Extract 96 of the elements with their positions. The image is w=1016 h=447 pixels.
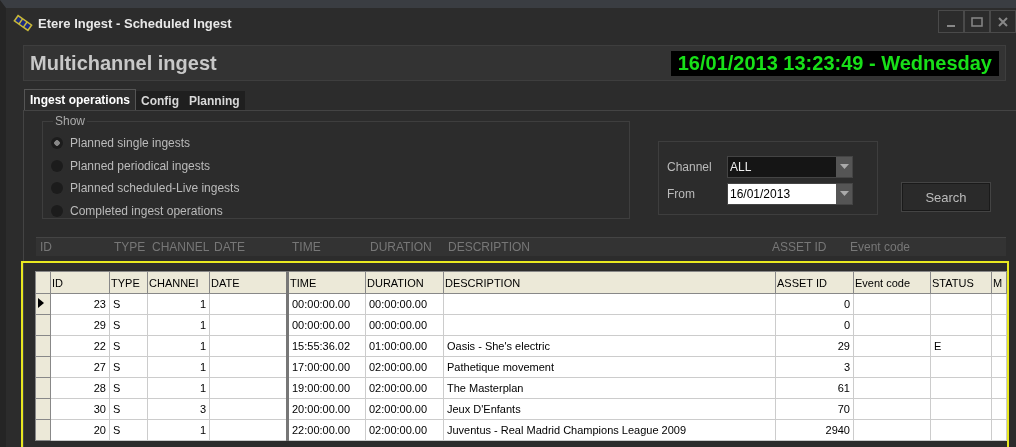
table-cell: 2940 (825, 424, 850, 436)
radio-button[interactable] (51, 204, 63, 217)
column-header[interactable]: Event code (853, 271, 931, 294)
table-cell: 1 (199, 298, 206, 310)
table-cell: Pathetique movement (447, 361, 554, 373)
table-cell: 61 (837, 382, 850, 394)
table-cell: S (113, 403, 121, 415)
table-cell: Juventus - Real Madrid Champions League 2009 (447, 424, 687, 436)
radio-label: Planned periodical ingests (70, 158, 211, 173)
table-cell: Oasis - She's electric (447, 340, 550, 352)
radio-label: Completed ingest operations (70, 203, 223, 218)
column-header[interactable]: DATE (209, 271, 288, 294)
minimize-icon (947, 24, 955, 27)
table-cell: Jeux D'Enfants (447, 403, 521, 415)
table-cell: 00:00:00.00 (369, 298, 428, 310)
table-cell: S (113, 361, 121, 373)
tab[interactable]: Ingest operations (24, 89, 136, 110)
table-cell: 1 (199, 340, 206, 352)
table-cell: 01:00:00.00 (369, 340, 428, 352)
table-cell: S (113, 319, 121, 331)
from-label: From (667, 186, 696, 201)
channel-label: Channel (667, 159, 713, 174)
table-cell: 02:00:00.00 (369, 403, 428, 415)
table-cell: The Masterplan (447, 382, 524, 394)
date-picker[interactable]: 16/01/2013 (727, 182, 853, 205)
table-cell: 27 (93, 361, 106, 373)
table-cell: 17:00:00.00 (292, 361, 351, 373)
table-cell: 02:00:00.00 (369, 361, 428, 373)
column-header[interactable]: DURATION (365, 271, 444, 294)
table-cell: 02:00:00.00 (369, 382, 428, 394)
table-cell: S (113, 340, 121, 352)
window-title: Etere Ingest - Scheduled Ingest (38, 15, 232, 31)
table-cell: 70 (837, 403, 850, 415)
table-cell: 00:00:00.00 (292, 298, 351, 310)
clock-display: 16/01/2013 13:23:49 - Wednesday (670, 50, 999, 76)
table-cell: 00:00:00.00 (369, 319, 428, 331)
dropdown-arrow-icon (839, 191, 849, 196)
table-cell: 28 (93, 382, 106, 394)
current-row-icon (38, 298, 44, 308)
table-cell: 30 (93, 403, 106, 415)
page-title: Multichannel ingest (30, 51, 217, 75)
radio-label: Planned single ingests (70, 136, 191, 151)
close-button[interactable] (990, 10, 1016, 33)
dropdown-arrow-icon (839, 164, 849, 169)
column-header[interactable]: TYPE (109, 271, 148, 294)
column-header: Event code (849, 239, 912, 256)
table-cell: E (934, 340, 942, 352)
table-cell: 29 (837, 340, 850, 352)
column-header[interactable]: TIME (287, 271, 366, 294)
column-header[interactable]: ID (50, 271, 110, 294)
column-header: TYPE (113, 239, 147, 256)
radio-label: Planned scheduled-Live ingests (70, 181, 240, 196)
table-cell: 22:00:00.00 (292, 424, 351, 436)
search-button[interactable]: Search (902, 183, 990, 211)
column-header: ASSET ID (771, 239, 828, 256)
table-cell: 23 (93, 298, 106, 310)
column-header: TIME (291, 239, 322, 256)
column-header: DATE (213, 239, 247, 256)
channel-dropdown[interactable]: ALL (727, 155, 853, 178)
table-cell: 0 (843, 319, 850, 331)
table-cell: 29 (93, 319, 106, 331)
column-header: CHANNEL (151, 239, 210, 256)
table-cell: 22 (93, 340, 106, 352)
table-cell: 15:55:36.02 (292, 340, 351, 352)
table-cell: S (113, 382, 121, 394)
tab[interactable]: Planning (184, 91, 245, 110)
column-header: ID (39, 239, 53, 256)
column-header: DESCRIPTION (447, 239, 531, 256)
table-cell: 0 (843, 298, 850, 310)
maximize-icon (971, 16, 983, 27)
column-header[interactable]: CHANNEI (147, 271, 210, 294)
group-title: Show (53, 114, 88, 128)
table-cell: 20 (93, 424, 106, 436)
table-cell: 1 (199, 361, 206, 373)
table-cell: 02:00:00.00 (369, 424, 428, 436)
radio-button[interactable] (51, 137, 63, 150)
column-header: DURATION (369, 239, 433, 256)
column-header[interactable]: STATUS (930, 271, 992, 294)
column-header[interactable]: DESCRIPTION (443, 271, 776, 294)
table-cell: 1 (199, 382, 206, 394)
row-selector[interactable] (35, 293, 51, 315)
table-cell: 00:00:00.00 (292, 319, 351, 331)
table-cell: 3 (843, 361, 850, 373)
table-cell: 1 (199, 319, 206, 331)
table-cell: 1 (199, 424, 206, 436)
minimize-button[interactable] (938, 10, 964, 33)
table-cell: 19:00:00.00 (292, 382, 351, 394)
row-header (35, 271, 51, 294)
table-cell: 3 (199, 403, 206, 415)
close-icon (998, 16, 1008, 27)
maximize-button[interactable] (964, 10, 990, 33)
table-cell: S (113, 424, 121, 436)
column-header[interactable]: ASSET ID (775, 271, 854, 294)
tab[interactable]: Config (136, 91, 184, 110)
table-cell: S (113, 298, 121, 310)
table-cell: 20:00:00.00 (292, 403, 351, 415)
